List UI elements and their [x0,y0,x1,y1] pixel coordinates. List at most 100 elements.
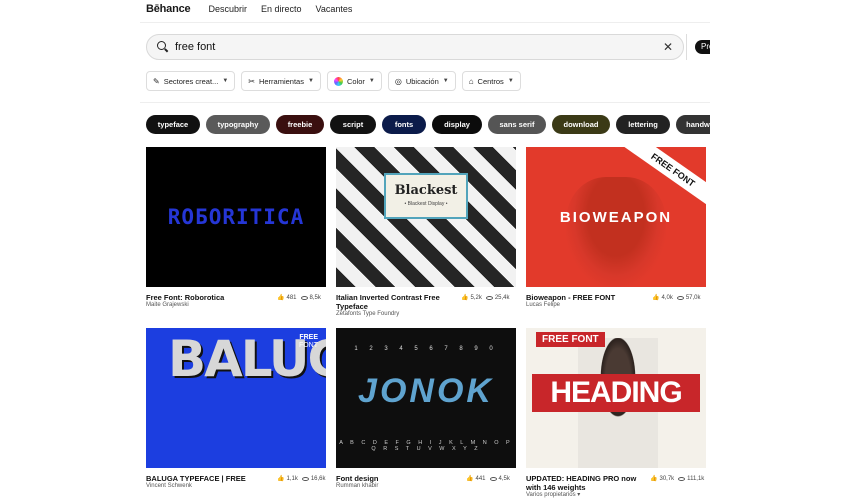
project-owner-multiple[interactable]: Varios propietarios ▾ [526,491,580,498]
project-owner[interactable]: Lucas Felipe [526,302,560,308]
thumbs-up-icon: 👍 [461,295,469,301]
thumbs-up-icon: 👍 [652,295,660,301]
thumbs-up-icon: 👍 [277,295,285,301]
project-thumbnail[interactable]: FREE FONT HEADING [526,328,706,468]
tag-sans-serif[interactable]: sans serif [488,115,546,134]
project-stats: 👍 441 4,5k [466,475,510,483]
thumbnail-art-text: RОБОRITICA [167,205,305,229]
top-nav: Bēhance Descubrir En directo Vacantes [146,0,352,18]
thumbnail-numbers: 1 2 3 4 5 6 7 8 9 0 [354,346,498,352]
project-card[interactable]: FREE FONT HEADING [526,328,706,468]
behance-logo[interactable]: Bēhance [146,3,191,15]
close-icon[interactable]: ✕ [663,40,673,54]
views-count: 25,4k [494,294,510,301]
thumbnail-art-text: HEADING [532,374,700,412]
chevron-down-icon: ▼ [507,78,514,84]
chevron-down-icon: ▼ [222,78,229,84]
thumbnail-free-font-label: FREE FONT [536,332,605,347]
views-count: 8,5k [309,294,321,301]
thumbnail-art-text: BALUGA [168,330,326,388]
chevron-down-icon: ▼ [307,78,314,84]
filter-color[interactable]: Color ▼ [326,71,382,91]
filter-label: Herramientas [258,76,304,86]
project-title[interactable]: UPDATED: HEADING PRO now with 146 weight… [526,474,638,492]
tag-freebie[interactable]: freebie [276,115,324,134]
filter-label: Sectores creat... [163,76,219,86]
thumbnail-free-label: FREE FONT [299,334,318,350]
project-title[interactable]: Font design [336,474,456,483]
project-thumbnail[interactable]: BIOWEAPON FREE FONT [526,147,706,287]
filter-label: Centros [477,76,504,86]
search-submit[interactable]: Pro [686,34,710,60]
thumbnail-art-text: JONOK [358,372,494,410]
filter-herramientas[interactable]: ✂ Herramientas ▼ [241,71,321,91]
project-stats: 👍 4,0k 57,0k [652,294,701,302]
search-submit-button[interactable]: Pro [695,40,710,54]
thumbs-up-icon: 👍 [466,476,474,482]
filter-divider [140,102,710,103]
project-thumbnail[interactable]: Blackest • Blackest Display • [336,147,516,287]
project-card[interactable]: BIOWEAPON FREE FONT [526,147,706,287]
tag-handw[interactable]: handw [676,115,710,134]
project-owner[interactable]: Zetafonts Type Foundry [336,311,399,317]
nav-divider [140,22,710,23]
thumbnail-art-text: BIOWEAPON [559,209,673,226]
filter-sectores[interactable]: ✎ Sectores creat... ▼ [146,71,236,91]
search-icon [157,41,169,53]
views-count: 111,1k [687,475,705,482]
tag-lettering[interactable]: lettering [616,115,670,134]
tag-fonts[interactable]: fonts [382,115,426,134]
views-count: 57,0k [685,294,701,301]
tag-display[interactable]: display [432,115,482,134]
likes-count: 1,1k [286,475,298,482]
project-thumbnail[interactable]: 1 2 3 4 5 6 7 8 9 0 JONOK A B C D E F G … [336,328,516,468]
school-icon: ⌂ [468,76,474,86]
likes-count: 30,7k [659,475,675,482]
color-wheel-icon [333,76,343,86]
filter-ubicacion[interactable]: ◎ Ubicación ▼ [387,71,456,91]
search-bar: ✕ [146,34,684,60]
project-card[interactable]: 1 2 3 4 5 6 7 8 9 0 JONOK A B C D E F G … [336,328,516,468]
filter-label: Ubicación [405,76,439,86]
brush-icon: ✎ [153,76,160,86]
eye-icon [678,476,686,481]
search-input[interactable] [175,41,663,53]
nav-link-en-directo[interactable]: En directo [261,4,302,14]
likes-count: 441 [475,475,486,482]
project-thumbnail[interactable]: RОБОRITICA [146,147,326,287]
nav-link-descubrir[interactable]: Descubrir [208,4,247,14]
tag-typeface[interactable]: typeface [146,115,200,134]
project-card[interactable]: Blackest • Blackest Display • [336,147,516,287]
project-title[interactable]: BALUGA TYPEFACE | FREE [146,474,266,483]
filter-bar: ✎ Sectores creat... ▼ ✂ Herramientas ▼ C… [146,71,521,91]
likes-count: 481 [286,294,297,301]
views-count: 4,5k [498,475,510,482]
tag-script[interactable]: script [330,115,376,134]
project-title[interactable]: Free Font: Roborotica [146,293,266,302]
eye-icon [676,295,684,300]
thumbs-up-icon: 👍 [277,476,285,482]
project-title[interactable]: Italian Inverted Contrast Free Typeface [336,293,451,311]
project-owner[interactable]: Vincent Schwenk [146,483,192,489]
thumbs-up-icon: 👍 [650,476,658,482]
views-count: 16,6k [310,475,326,482]
tag-download[interactable]: download [552,115,610,134]
filter-centros[interactable]: ⌂ Centros ▼ [461,71,521,91]
thumbnail-box: Blackest • Blackest Display • [384,173,468,219]
tools-icon: ✂ [248,76,255,86]
project-owner[interactable]: Rumman khabir [336,483,378,489]
project-owner: Varios propietarios [526,492,576,498]
eye-icon [301,476,309,481]
tag-typography[interactable]: typography [206,115,270,134]
project-owner[interactable]: Maite Grajewski [146,302,189,308]
project-card[interactable]: BALUGA FREE FONT [146,328,326,468]
project-stats: 👍 1,1k 16,6k [277,475,326,483]
nav-link-vacantes[interactable]: Vacantes [316,4,353,14]
thumbnail-art-subtext: • Blackest Display • [404,201,448,207]
project-title[interactable]: Bioweapon - FREE FONT [526,293,646,302]
eye-icon [485,295,493,300]
eye-icon [300,295,308,300]
likes-count: 4,0k [661,294,673,301]
project-card[interactable]: RОБОRITICA [146,147,326,287]
project-thumbnail[interactable]: BALUGA FREE FONT [146,328,326,468]
